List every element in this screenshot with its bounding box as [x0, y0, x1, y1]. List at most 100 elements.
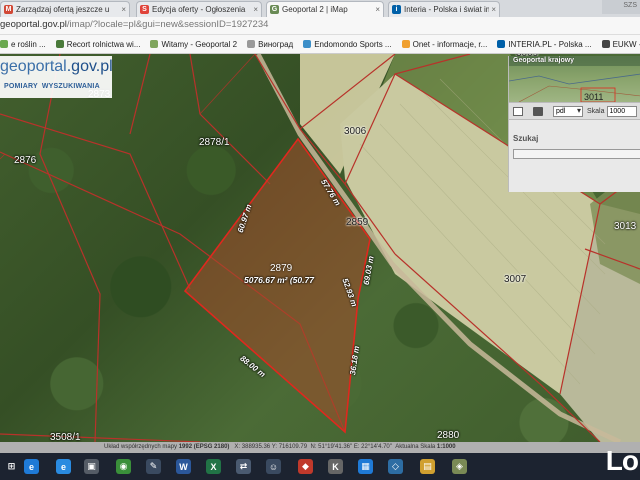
- bookmark-favicon-icon: [303, 40, 312, 48]
- plot-label: 3013: [614, 221, 637, 232]
- map-status-bar: Układ współrzędnych mapy 1992 (EPSG 2180…: [0, 442, 640, 453]
- app3-icon[interactable]: K: [328, 459, 343, 474]
- logo-menu: POMIARY WYSZUKIWANIA: [4, 83, 100, 90]
- x-label: X:: [234, 444, 241, 450]
- search-input[interactable]: [513, 149, 640, 159]
- close-tab-icon[interactable]: ×: [121, 5, 126, 14]
- tab-label: Zarządzaj ofertą jeszcze u: [16, 5, 110, 14]
- bookmark-item[interactable]: e roślin ...: [0, 40, 46, 49]
- logo-text-a: geoportal: [0, 58, 67, 75]
- bookmark-favicon-icon: [150, 40, 159, 48]
- measure-menu-item[interactable]: POMIARY: [4, 83, 38, 90]
- bookmark-item[interactable]: Endomondo Sports ...: [303, 39, 392, 49]
- profile-button[interactable]: SZS: [602, 0, 640, 14]
- address-bar[interactable]: geoportal.gov.pl/imap/?locale=pl&gui=new…: [0, 17, 640, 35]
- edge-icon[interactable]: e: [56, 459, 71, 474]
- y-value: 716109.79: [278, 444, 308, 450]
- plot-label: 3006: [344, 126, 367, 137]
- print-icon[interactable]: [533, 106, 543, 116]
- app4-icon[interactable]: ▦: [358, 459, 373, 474]
- app7-icon[interactable]: ◈: [452, 459, 467, 474]
- chrome-icon[interactable]: ◉: [116, 459, 131, 474]
- bookmark-favicon-icon: [0, 40, 8, 48]
- store-icon[interactable]: ▣: [84, 459, 99, 474]
- panel-toolbar: pdl Skala 1000: [509, 102, 640, 120]
- close-tab-icon[interactable]: ×: [253, 5, 258, 14]
- crs-label: Układ współrzędnych mapy: [104, 444, 178, 450]
- bookmark-favicon-icon: [497, 40, 506, 48]
- selected-plot-label: 2879: [270, 263, 293, 274]
- y-label: Y:: [271, 444, 278, 450]
- bookmark-label: Endomondo Sports ...: [314, 39, 392, 49]
- watermark-text: Lo: [605, 445, 639, 476]
- scale-input[interactable]: 1000: [606, 105, 637, 117]
- export-icon[interactable]: [513, 106, 523, 116]
- n-label: N:: [310, 444, 317, 450]
- plot-label: 2878/1: [199, 137, 230, 148]
- bookmark-label: Witamy - Geoportal 2: [161, 39, 238, 49]
- ie-icon[interactable]: e: [24, 459, 39, 474]
- close-tab-icon[interactable]: ×: [491, 5, 496, 14]
- app2-icon[interactable]: ◆: [298, 459, 313, 474]
- unit-select[interactable]: pdl: [553, 105, 583, 117]
- minimap-label: 3011: [584, 92, 604, 102]
- search-menu-item[interactable]: WYSZUKIWANIA: [42, 83, 100, 90]
- tab-geoportal[interactable]: G Geoportal 2 | iMap ×: [266, 1, 384, 17]
- url-text[interactable]: geoportal.gov.pl/imap/?locale=pl&gui=new…: [0, 19, 268, 30]
- gmail-favicon-icon: M: [4, 5, 13, 14]
- scale-value: 1:1000: [436, 444, 456, 450]
- tab-interia[interactable]: i Interia - Polska i świat im ×: [388, 1, 500, 17]
- search-label: Szukaj: [513, 134, 539, 143]
- url-path: /imap/?locale=pl&gui=new&sessionID=19272…: [66, 19, 269, 30]
- panel-title: Geoportal krajowy: [509, 56, 640, 66]
- excel-icon[interactable]: X: [206, 459, 221, 474]
- windows-taskbar: Lo ⊞ e e ▣ ◉ ✎ W X ⇄ ☺ ◆ K ▦ ◇ ▤ ◈: [0, 445, 640, 480]
- bookmark-label: Recort rolnictwa wi...: [66, 39, 141, 49]
- bookmarks-bar: e roślin ... Recort rolnictwa wi... Witamy…: [0, 35, 640, 54]
- bookmark-item[interactable]: Recort rolnictwa wi...: [55, 39, 141, 49]
- crs-value: 1992 (EPSG 2180): [178, 444, 230, 450]
- plot-label: 2859: [346, 217, 369, 228]
- tab-edit-offer[interactable]: S Edycja oferty - Ogłoszenia ×: [136, 1, 262, 17]
- bookmark-item[interactable]: Witamy - Geoportal 2: [150, 40, 237, 49]
- bookmark-label: Onet - informacje, r...: [412, 39, 488, 49]
- tab-label: Edycja oferty - Ogłoszenia: [152, 5, 246, 14]
- start-icon[interactable]: ⊞: [4, 459, 19, 474]
- logo-text: geoportal.gov.pl: [0, 58, 113, 76]
- geoportal-logo[interactable]: geoportal.gov.pl POMIARY WYSZUKIWANIA: [0, 56, 113, 98]
- plot-label: 3007: [504, 274, 527, 285]
- browser-tab-bar: M Zarządzaj ofertą jeszcze u × S Edycja …: [0, 0, 640, 17]
- app5-icon[interactable]: ◇: [388, 459, 403, 474]
- network-icon[interactable]: ⇄: [236, 459, 251, 474]
- bookmark-item[interactable]: Onet - informacje, r...: [401, 39, 488, 49]
- app6-icon[interactable]: ▤: [420, 459, 435, 474]
- bookmark-favicon-icon: [401, 40, 410, 48]
- url-host: geoportal.gov.pl: [0, 19, 67, 30]
- n-value: 51°19'41.36": [318, 444, 353, 450]
- close-tab-icon[interactable]: ×: [375, 5, 380, 14]
- interia-favicon-icon: i: [392, 5, 401, 14]
- x-value: 388935.36: [241, 444, 271, 450]
- word-icon[interactable]: W: [176, 459, 191, 474]
- area-measurement-label: 5076.67 m² (50.77: [244, 275, 314, 285]
- side-panel: 3011 Geoportal krajowy pdl Skala 1000 Sz…: [508, 56, 640, 192]
- offer-favicon-icon: S: [140, 5, 149, 14]
- plot-label: 3508/1: [50, 432, 81, 442]
- bookmark-label: INTERIA.PL - Polska ...: [508, 39, 592, 49]
- bookmark-item[interactable]: Виноград: [247, 40, 293, 49]
- plot-label: 2880: [437, 430, 460, 441]
- geoportal-favicon-icon: G: [270, 5, 279, 14]
- tab-allegro[interactable]: M Zarządzaj ofertą jeszcze u ×: [0, 1, 130, 17]
- plot-label: 2876: [14, 155, 37, 166]
- bookmark-favicon-icon: [55, 40, 64, 48]
- bookmark-label: e roślin ...: [11, 39, 46, 49]
- scale-label: Aktualna Skala: [395, 444, 436, 450]
- bookmark-label: Виноград: [258, 39, 294, 49]
- app-icon[interactable]: ✎: [146, 459, 161, 474]
- e-label: E:: [353, 444, 360, 450]
- people-icon[interactable]: ☺: [266, 459, 281, 474]
- bookmark-favicon-icon: [601, 40, 610, 48]
- bookmark-item[interactable]: INTERIA.PL - Polska ...: [497, 39, 592, 49]
- tab-label: Interia - Polska i świat im: [404, 5, 490, 14]
- bookmark-item[interactable]: EUKW - strona głó: [601, 40, 640, 49]
